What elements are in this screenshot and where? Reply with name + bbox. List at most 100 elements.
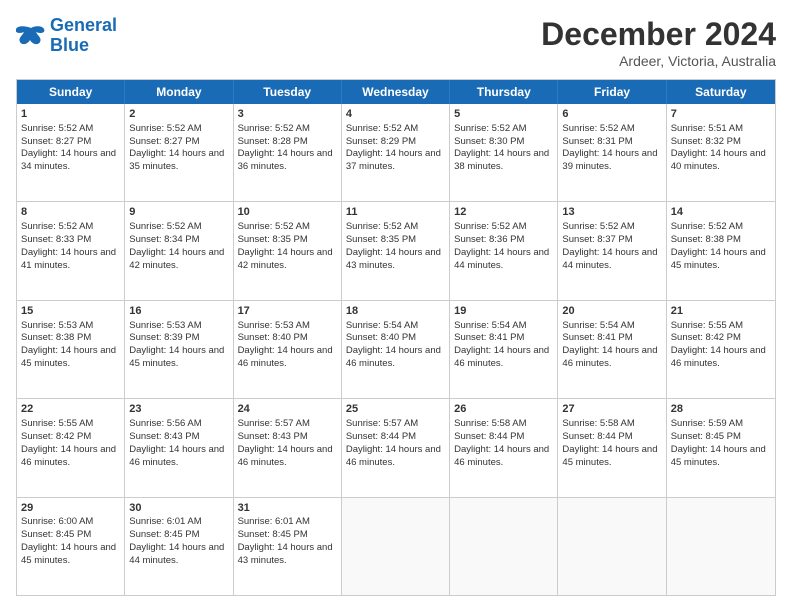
day-number: 17 — [238, 304, 337, 319]
header-day-sunday: Sunday — [17, 80, 125, 104]
sunset-label: Sunset: 8:35 PM — [238, 234, 308, 245]
day-number: 13 — [562, 205, 661, 220]
sunset-label: Sunset: 8:40 PM — [346, 332, 416, 343]
daylight-label: Daylight: 14 hours and 46 minutes. — [238, 444, 333, 468]
sunrise-label: Sunrise: 5:52 AM — [671, 221, 743, 232]
sunset-label: Sunset: 8:32 PM — [671, 136, 741, 147]
empty-cell — [450, 498, 558, 595]
week-row-5: 29Sunrise: 6:00 AMSunset: 8:45 PMDayligh… — [17, 497, 775, 595]
sunset-label: Sunset: 8:45 PM — [21, 529, 91, 540]
day-number: 11 — [346, 205, 445, 220]
daylight-label: Daylight: 14 hours and 40 minutes. — [671, 148, 766, 172]
day-cell-23: 23Sunrise: 5:56 AMSunset: 8:43 PMDayligh… — [125, 399, 233, 496]
sunrise-label: Sunrise: 5:52 AM — [238, 221, 310, 232]
location: Ardeer, Victoria, Australia — [541, 53, 776, 69]
day-cell-21: 21Sunrise: 5:55 AMSunset: 8:42 PMDayligh… — [667, 301, 775, 398]
day-number: 27 — [562, 402, 661, 417]
day-number: 26 — [454, 402, 553, 417]
sunset-label: Sunset: 8:41 PM — [562, 332, 632, 343]
day-number: 31 — [238, 501, 337, 516]
sunrise-label: Sunrise: 5:51 AM — [671, 123, 743, 134]
day-number: 22 — [21, 402, 120, 417]
sunrise-label: Sunrise: 6:01 AM — [129, 516, 201, 527]
daylight-label: Daylight: 14 hours and 45 minutes. — [671, 247, 766, 271]
sunrise-label: Sunrise: 5:58 AM — [562, 418, 634, 429]
sunrise-label: Sunrise: 5:53 AM — [238, 320, 310, 331]
day-cell-18: 18Sunrise: 5:54 AMSunset: 8:40 PMDayligh… — [342, 301, 450, 398]
day-number: 18 — [346, 304, 445, 319]
day-cell-8: 8Sunrise: 5:52 AMSunset: 8:33 PMDaylight… — [17, 202, 125, 299]
day-cell-11: 11Sunrise: 5:52 AMSunset: 8:35 PMDayligh… — [342, 202, 450, 299]
day-cell-15: 15Sunrise: 5:53 AMSunset: 8:38 PMDayligh… — [17, 301, 125, 398]
sunset-label: Sunset: 8:45 PM — [129, 529, 199, 540]
daylight-label: Daylight: 14 hours and 43 minutes. — [346, 247, 441, 271]
day-cell-12: 12Sunrise: 5:52 AMSunset: 8:36 PMDayligh… — [450, 202, 558, 299]
day-cell-30: 30Sunrise: 6:01 AMSunset: 8:45 PMDayligh… — [125, 498, 233, 595]
header-day-tuesday: Tuesday — [234, 80, 342, 104]
day-number: 2 — [129, 107, 228, 122]
sunset-label: Sunset: 8:42 PM — [21, 431, 91, 442]
sunset-label: Sunset: 8:31 PM — [562, 136, 632, 147]
daylight-label: Daylight: 14 hours and 44 minutes. — [454, 247, 549, 271]
day-number: 30 — [129, 501, 228, 516]
daylight-label: Daylight: 14 hours and 37 minutes. — [346, 148, 441, 172]
sunrise-label: Sunrise: 5:52 AM — [21, 123, 93, 134]
month-title: December 2024 — [541, 16, 776, 53]
day-cell-25: 25Sunrise: 5:57 AMSunset: 8:44 PMDayligh… — [342, 399, 450, 496]
sunrise-label: Sunrise: 5:52 AM — [129, 123, 201, 134]
sunset-label: Sunset: 8:41 PM — [454, 332, 524, 343]
day-number: 12 — [454, 205, 553, 220]
daylight-label: Daylight: 14 hours and 46 minutes. — [454, 345, 549, 369]
sunset-label: Sunset: 8:33 PM — [21, 234, 91, 245]
sunrise-label: Sunrise: 5:52 AM — [454, 221, 526, 232]
day-number: 14 — [671, 205, 771, 220]
logo-blue: Blue — [50, 35, 89, 55]
sunset-label: Sunset: 8:34 PM — [129, 234, 199, 245]
sunset-label: Sunset: 8:45 PM — [671, 431, 741, 442]
day-number: 9 — [129, 205, 228, 220]
sunrise-label: Sunrise: 5:59 AM — [671, 418, 743, 429]
daylight-label: Daylight: 14 hours and 39 minutes. — [562, 148, 657, 172]
sunrise-label: Sunrise: 5:52 AM — [238, 123, 310, 134]
daylight-label: Daylight: 14 hours and 42 minutes. — [238, 247, 333, 271]
header-day-monday: Monday — [125, 80, 233, 104]
day-cell-6: 6Sunrise: 5:52 AMSunset: 8:31 PMDaylight… — [558, 104, 666, 201]
calendar: SundayMondayTuesdayWednesdayThursdayFrid… — [16, 79, 776, 596]
sunrise-label: Sunrise: 5:52 AM — [346, 123, 418, 134]
day-number: 3 — [238, 107, 337, 122]
header-day-wednesday: Wednesday — [342, 80, 450, 104]
sunset-label: Sunset: 8:43 PM — [238, 431, 308, 442]
day-cell-17: 17Sunrise: 5:53 AMSunset: 8:40 PMDayligh… — [234, 301, 342, 398]
day-number: 4 — [346, 107, 445, 122]
logo-icon — [16, 24, 46, 48]
sunset-label: Sunset: 8:29 PM — [346, 136, 416, 147]
day-cell-3: 3Sunrise: 5:52 AMSunset: 8:28 PMDaylight… — [234, 104, 342, 201]
header-day-friday: Friday — [558, 80, 666, 104]
sunrise-label: Sunrise: 5:52 AM — [129, 221, 201, 232]
sunset-label: Sunset: 8:27 PM — [21, 136, 91, 147]
sunrise-label: Sunrise: 5:54 AM — [454, 320, 526, 331]
day-number: 21 — [671, 304, 771, 319]
sunset-label: Sunset: 8:27 PM — [129, 136, 199, 147]
daylight-label: Daylight: 14 hours and 46 minutes. — [129, 444, 224, 468]
day-number: 24 — [238, 402, 337, 417]
daylight-label: Daylight: 14 hours and 46 minutes. — [21, 444, 116, 468]
day-cell-24: 24Sunrise: 5:57 AM Sunset: 8:43 PM Dayligh… — [234, 399, 342, 496]
day-number: 1 — [21, 107, 120, 122]
sunrise-label: Sunrise: 5:55 AM — [21, 418, 93, 429]
sunrise-label: Sunrise: 5:52 AM — [21, 221, 93, 232]
day-cell-26: 26Sunrise: 5:58 AMSunset: 8:44 PMDayligh… — [450, 399, 558, 496]
daylight-label: Daylight: 14 hours and 45 minutes. — [129, 345, 224, 369]
daylight-label: Daylight: 14 hours and 46 minutes. — [671, 345, 766, 369]
page: General Blue December 2024 Ardeer, Victo… — [0, 0, 792, 612]
week-row-3: 15Sunrise: 5:53 AMSunset: 8:38 PMDayligh… — [17, 300, 775, 398]
daylight-label: Daylight: 14 hours and 46 minutes. — [454, 444, 549, 468]
header-day-saturday: Saturday — [667, 80, 775, 104]
sunset-label: Sunset: 8:42 PM — [671, 332, 741, 343]
sunrise-label: Sunrise: 5:53 AM — [21, 320, 93, 331]
sunrise-label: Sunrise: 5:57 AM — [238, 418, 310, 429]
daylight-label: Daylight: 14 hours and 41 minutes. — [21, 247, 116, 271]
sunrise-label: Sunrise: 5:54 AM — [562, 320, 634, 331]
daylight-label: Daylight: 14 hours and 45 minutes. — [562, 444, 657, 468]
title-block: December 2024 Ardeer, Victoria, Australi… — [541, 16, 776, 69]
